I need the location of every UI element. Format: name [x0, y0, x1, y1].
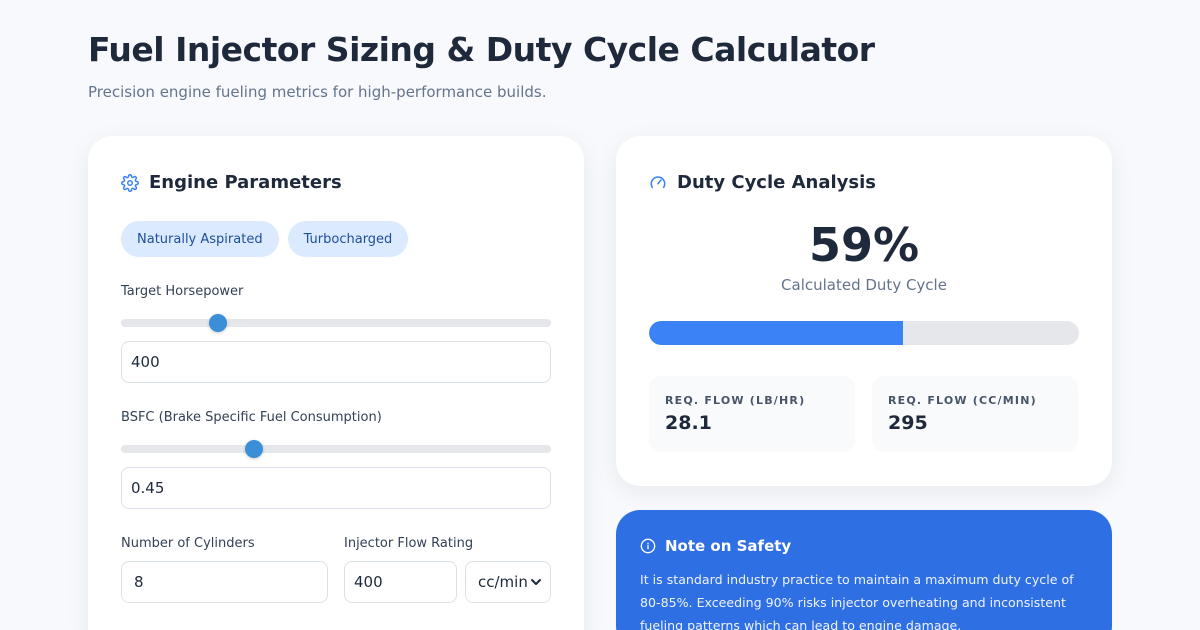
chevron-down-icon [531, 579, 541, 585]
flow-lb-stat: REQ. FLOW (LB/HR) 28.1 [649, 376, 855, 452]
flow-unit-select[interactable]: cc/min [465, 561, 551, 603]
flow-cc-stat: REQ. FLOW (CC/MIN) 295 [872, 376, 1078, 452]
safety-note-header: Note on Safety [640, 537, 791, 555]
safety-note-text: It is standard industry practice to main… [640, 572, 1074, 630]
duty-cycle-analysis-card: Duty Cycle Analysis 59% Calculated Duty … [616, 136, 1112, 486]
flow-lb-label: REQ. FLOW (LB/HR) [665, 394, 806, 407]
bsfc-slider-thumb[interactable] [245, 440, 264, 458]
duty-cycle-analysis-header: Duty Cycle Analysis [649, 172, 876, 193]
safety-note-title: Note on Safety [665, 537, 792, 555]
flow-lb-value: 28.1 [665, 412, 712, 434]
duty-cycle-caption: Calculated Duty Cycle [781, 276, 947, 294]
bsfc-label: BSFC (Brake Specific Fuel Consumption) [121, 410, 382, 425]
bsfc-input[interactable]: 0.45 [121, 467, 551, 509]
engine-parameters-card: Engine Parameters Naturally Aspirated Tu… [88, 136, 584, 630]
duty-cycle-analysis-title: Duty Cycle Analysis [677, 172, 877, 193]
flow-cc-value: 295 [888, 412, 928, 434]
page-title: Fuel Injector Sizing & Duty Cycle Calcul… [88, 30, 875, 69]
turbocharged-button[interactable]: Turbocharged [287, 221, 409, 257]
bsfc-slider[interactable] [121, 440, 551, 458]
gauge-icon [650, 175, 666, 188]
horsepower-input[interactable]: 400 [121, 341, 551, 383]
injector-flow-label: Injector Flow Rating [344, 536, 474, 551]
aspiration-toggle: Naturally Aspirated Turbocharged [121, 221, 409, 257]
duty-cycle-progress-bar [649, 321, 1079, 345]
horsepower-slider-thumb[interactable] [208, 314, 227, 332]
horsepower-label: Target Horsepower [121, 284, 244, 299]
flow-unit-value: cc/min [478, 573, 528, 591]
horsepower-slider[interactable] [121, 314, 551, 332]
safety-note-card: Note on Safety It is standard industry p… [616, 510, 1112, 630]
cylinders-input[interactable]: 8 [121, 561, 328, 603]
duty-cycle-value: 59% [808, 218, 920, 272]
injector-flow-input[interactable]: 400 [344, 561, 457, 603]
gear-icon [121, 173, 139, 192]
engine-parameters-title: Engine Parameters [149, 172, 342, 193]
naturally-aspirated-button[interactable]: Naturally Aspirated [121, 221, 279, 257]
duty-cycle-progress-fill [649, 321, 903, 345]
page-subtitle: Precision engine fueling metrics for hig… [88, 83, 547, 101]
cylinders-label: Number of Cylinders [121, 536, 255, 551]
flow-cc-label: REQ. FLOW (CC/MIN) [888, 394, 1037, 407]
engine-parameters-header: Engine Parameters [121, 172, 342, 193]
info-icon [640, 538, 656, 554]
